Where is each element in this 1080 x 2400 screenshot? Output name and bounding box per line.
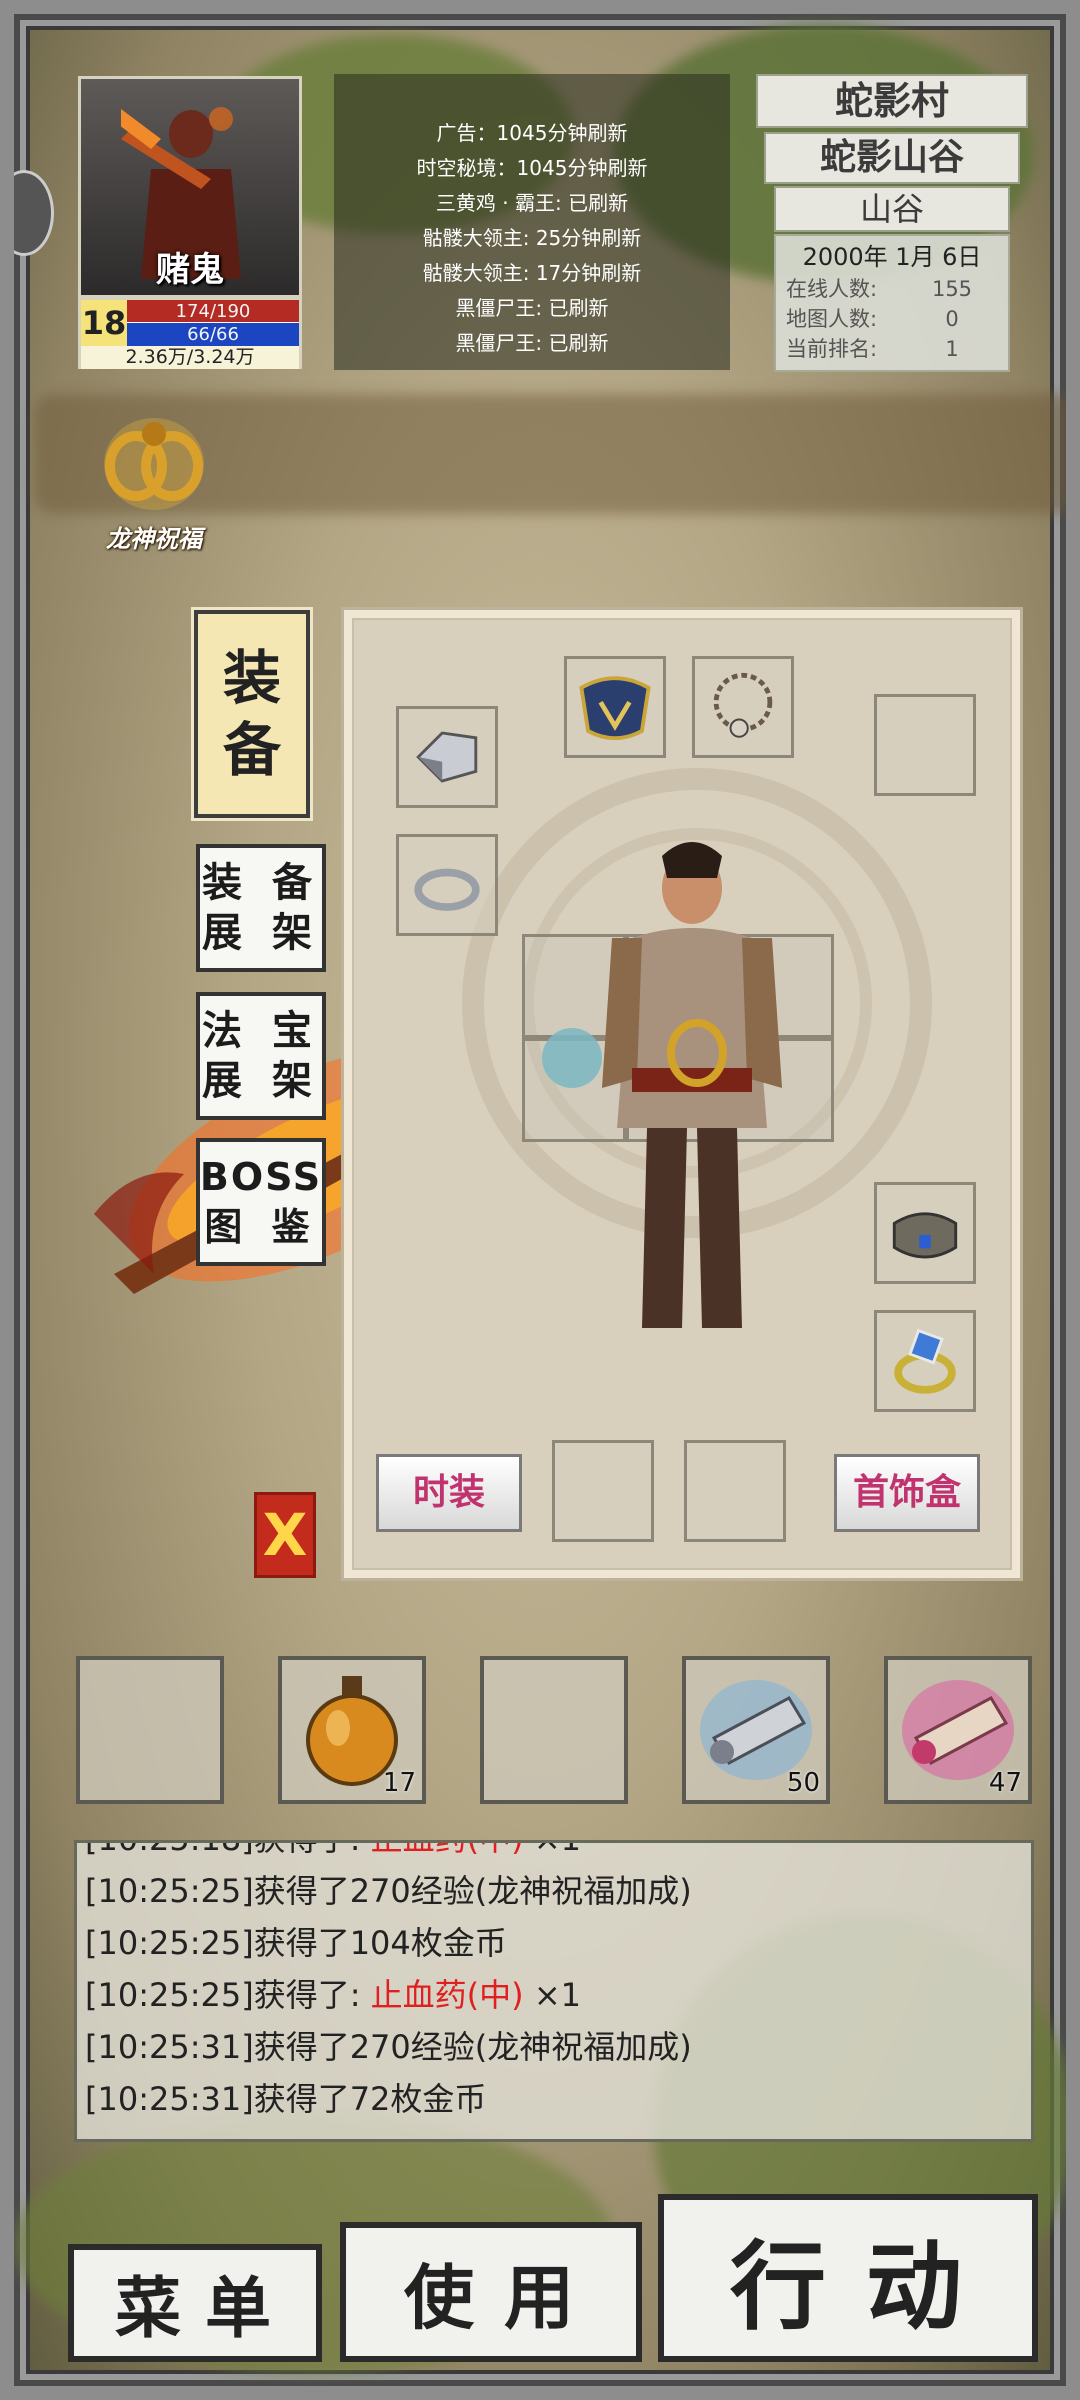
menu-button[interactable]: 菜单 — [68, 2244, 322, 2362]
log-text: ×1 — [523, 1976, 581, 2014]
log-text: [10:25:25]获得了270经验(龙神祝福加成) — [85, 1872, 692, 1910]
notice-line: 骷髅大领主: 25分钟刷新 — [422, 226, 642, 250]
item-slot-5[interactable]: 47 — [884, 1656, 1032, 1804]
equipment-panel: 时装 首饰盒 — [344, 610, 1020, 1578]
empty-equip-slot[interactable] — [874, 694, 976, 796]
notice-line: 广告：1045分钟刷新 — [436, 121, 628, 145]
boss-label-line1: BOSS — [199, 1155, 323, 1199]
game-date: 2000年 1月 6日 — [802, 243, 982, 271]
item-count: 17 — [382, 1768, 416, 1798]
item-slot-4[interactable]: 50 — [682, 1656, 830, 1804]
sapphire-ring-icon — [894, 1328, 956, 1394]
player-level: 18 — [81, 300, 127, 346]
action-button[interactable]: 行动 — [658, 2194, 1038, 2362]
fashion-button[interactable]: 时装 — [376, 1454, 522, 1532]
map-value: 0 — [945, 307, 959, 331]
notice-line: 黑僵尸王: 已刷新 — [455, 331, 609, 355]
online-count-row: 在线人数: 155 — [786, 274, 998, 304]
notice-line: 黑僵尸王: 已刷新 — [455, 296, 609, 320]
tab-equipment-char2: 备 — [222, 716, 281, 784]
online-label: 在线人数: — [786, 277, 878, 301]
log-text: ×1 — [524, 1843, 581, 1858]
jewelry-box-button[interactable]: 首饰盒 — [834, 1454, 980, 1532]
log-entry: [10:25:31]获得了72枚金币 — [85, 2073, 1031, 2125]
bracer-slot[interactable] — [396, 706, 498, 808]
log-item-highlight: 止血药(中) — [370, 1976, 524, 2014]
log-item-highlight: 止血药(中) — [371, 1843, 524, 1858]
dragon-blessing-icon — [104, 418, 204, 510]
helmet-icon — [579, 676, 651, 741]
boss-refresh-notices: 广告：1045分钟刷新 时空秘境：1045分钟刷新 三黄鸡 · 霸王: 已刷新 … — [334, 74, 730, 370]
ring-slot-right[interactable] — [874, 1310, 976, 1412]
blessing-label: 龙神祝福 — [106, 525, 202, 553]
rank-row: 当前排名: 1 — [786, 334, 998, 364]
tab-equipment-char1: 装 — [222, 644, 281, 712]
notice-line: 三黄鸡 · 霸王: 已刷新 — [435, 191, 629, 215]
player-stats: 18 174/190 66/66 2.36万/3.24万 — [78, 297, 302, 369]
log-entry: [10:25:25]获得了: 止血药(中) ×1 — [85, 1969, 1031, 2021]
rank-value: 1 — [945, 337, 959, 361]
showcase-label-line1: 装 备 — [202, 860, 320, 906]
boss-label-line2: 图 鉴 — [204, 1205, 318, 1249]
zone-name[interactable]: 山谷 — [774, 186, 1010, 232]
game-screen: 赌鬼 18 174/190 66/66 2.36万/3.24万 广告：1045分… — [0, 0, 1080, 2400]
mp-bar: 66/66 — [127, 323, 299, 346]
fashion-slot-1[interactable] — [552, 1440, 654, 1542]
ring-slot-left[interactable] — [396, 834, 498, 936]
necklace-slot[interactable] — [692, 656, 794, 758]
log-text: [10:25:25]获得了: — [85, 1976, 371, 2014]
village-name[interactable]: 蛇影村 — [756, 74, 1028, 128]
close-button[interactable]: X — [254, 1492, 316, 1578]
tab-equipment[interactable]: 装 备 — [194, 610, 310, 818]
log-text: [10:25:31]获得了270经验(龙神祝福加成) — [85, 2028, 692, 2066]
fashion-slot-2[interactable] — [684, 1440, 786, 1542]
player-portrait[interactable]: 赌鬼 — [78, 76, 302, 298]
item-count: 47 — [988, 1768, 1022, 1798]
treasure-label-line2: 展 架 — [202, 1058, 320, 1104]
map-label: 地图人数: — [786, 307, 878, 331]
exp-bar: 2.36万/3.24万 — [81, 346, 299, 369]
area-name[interactable]: 蛇影山谷 — [764, 132, 1020, 184]
notice-line: 骷髅大领主: 17分钟刷新 — [422, 261, 642, 285]
item-slot-3[interactable] — [480, 1656, 628, 1804]
item-count: 50 — [786, 1768, 820, 1798]
map-count-row: 地图人数: 0 — [786, 304, 998, 334]
log-text: [10:25:18]获得了: — [85, 1843, 371, 1858]
armguard-icon — [416, 731, 478, 783]
log-entry: [10:25:18]获得了: 止血药(中) ×1 — [85, 1843, 1031, 1865]
showcase-label-line2: 展 架 — [202, 910, 320, 956]
log-entry: [10:25:25]获得了104枚金币 — [85, 1917, 1031, 1969]
treasure-showcase-button[interactable]: 法 宝 展 架 — [196, 992, 326, 1120]
notice-line: 时空秘境：1045分钟刷新 — [416, 156, 648, 180]
side-drawer-handle[interactable] — [14, 170, 54, 256]
message-log[interactable]: [10:25:18]获得了: 止血药(中) ×1 [10:25:25]获得了27… — [74, 1840, 1034, 2142]
helmet-slot[interactable] — [564, 656, 666, 758]
log-text: [10:25:31]获得了72枚金币 — [85, 2080, 487, 2118]
boss-codex-button[interactable]: BOSS 图 鉴 — [196, 1138, 326, 1266]
necklace-icon — [713, 672, 773, 738]
equipment-showcase-button[interactable]: 装 备 展 架 — [196, 844, 326, 972]
bracelet-icon — [892, 1212, 958, 1259]
online-value: 155 — [931, 277, 973, 301]
hp-bar: 174/190 — [127, 300, 299, 323]
log-entry: [10:25:31]获得了270经验(龙神祝福加成) — [85, 2021, 1031, 2073]
character-model-icon — [542, 842, 782, 1328]
bracelet-slot[interactable] — [874, 1182, 976, 1284]
server-info: 2000年 1月 6日 在线人数: 155 地图人数: 0 当前排名: 1 — [774, 234, 1010, 372]
silver-ring-icon — [414, 868, 480, 911]
use-button[interactable]: 使用 — [340, 2222, 642, 2362]
item-slot-2[interactable]: 17 — [278, 1656, 426, 1804]
treasure-label-line1: 法 宝 — [202, 1008, 320, 1054]
dragon-blessing-buff[interactable]: 龙神祝福 — [88, 404, 220, 554]
log-entry: [10:25:25]获得了270经验(龙神祝福加成) — [85, 1865, 1031, 1917]
player-name: 赌鬼 — [156, 250, 224, 290]
item-slot-1[interactable] — [76, 1656, 224, 1804]
log-text: [10:25:25]获得了104枚金币 — [85, 1924, 507, 1962]
rank-label: 当前排名: — [786, 337, 878, 361]
